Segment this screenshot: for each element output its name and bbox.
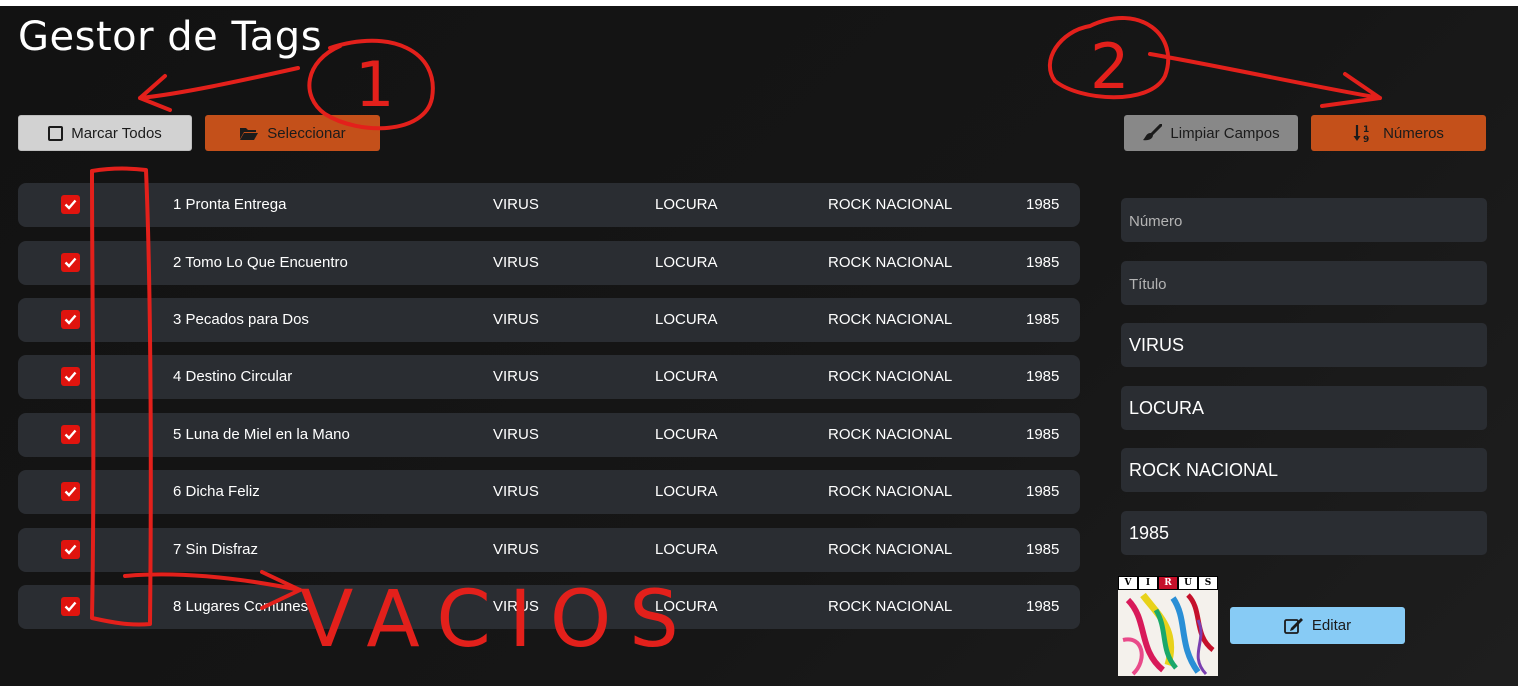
track-row[interactable]: 7 Sin Disfraz VIRUS LOCURA ROCK NACIONAL 198…	[18, 528, 1080, 572]
check-icon	[64, 199, 77, 210]
track-album: LOCURA	[655, 254, 718, 271]
edit-icon	[1284, 617, 1303, 634]
track-artist: VIRUS	[493, 196, 539, 213]
track-checkbox[interactable]	[61, 425, 80, 444]
track-album: LOCURA	[655, 426, 718, 443]
track-year: 1985	[1026, 254, 1060, 271]
annotation-number-one: 1	[355, 48, 394, 121]
track-checkbox[interactable]	[61, 253, 80, 272]
track-genre: ROCK NACIONAL	[828, 541, 953, 558]
track-checkbox[interactable]	[61, 310, 80, 329]
track-artist: VIRUS	[493, 254, 539, 271]
track-genre: ROCK NACIONAL	[828, 426, 953, 443]
track-title: 2 Tomo Lo Que Encuentro	[173, 254, 348, 271]
annotation-number-two: 2	[1090, 30, 1129, 103]
track-title: 6 Dicha Feliz	[173, 483, 260, 500]
track-year: 1985	[1026, 196, 1060, 213]
checkbox-outline-icon	[48, 125, 64, 141]
album-cover: V I R U S	[1118, 576, 1218, 676]
check-icon	[64, 257, 77, 268]
track-checkbox[interactable]	[61, 367, 80, 386]
track-title: 5 Luna de Miel en la Mano	[173, 426, 350, 443]
artist-field[interactable]	[1121, 323, 1487, 367]
check-icon	[64, 544, 77, 555]
page-title: Gestor de Tags	[18, 14, 323, 60]
track-genre: ROCK NACIONAL	[828, 483, 953, 500]
track-title: 3 Pecados para Dos	[173, 311, 309, 328]
cover-logo: V I R U S	[1118, 576, 1218, 590]
track-checkbox[interactable]	[61, 482, 80, 501]
track-album: LOCURA	[655, 196, 718, 213]
select-button[interactable]: Seleccionar	[205, 115, 380, 151]
folder-open-icon	[240, 127, 259, 140]
track-checkbox[interactable]	[61, 540, 80, 559]
select-label: Seleccionar	[267, 124, 346, 142]
check-icon	[64, 371, 77, 382]
check-icon	[64, 486, 77, 497]
track-row[interactable]: 3 Pecados para Dos VIRUS LOCURA ROCK NACION…	[18, 298, 1080, 342]
track-genre: ROCK NACIONAL	[828, 368, 953, 385]
clear-fields-label: Limpiar Campos	[1170, 124, 1280, 142]
genre-field[interactable]	[1121, 448, 1487, 492]
annotation-arrow-right	[1148, 52, 1382, 108]
track-row[interactable]: 1 Pronta Entrega VIRUS LOCURA ROCK NACIONAL…	[18, 183, 1080, 227]
title-field[interactable]	[1121, 261, 1487, 305]
track-genre: ROCK NACIONAL	[828, 196, 953, 213]
year-field[interactable]	[1121, 511, 1487, 555]
track-title: 8 Lugares Comunes	[173, 598, 309, 615]
numbers-button[interactable]: 1 9 Números	[1311, 115, 1486, 151]
track-checkbox[interactable]	[61, 195, 80, 214]
track-row[interactable]: 8 Lugares Comunes VIRUS LOCURA ROCK NACIONA…	[18, 585, 1080, 629]
track-title: 1 Pronta Entrega	[173, 196, 287, 213]
mark-all-button[interactable]: Marcar Todos	[18, 115, 192, 151]
track-genre: ROCK NACIONAL	[828, 598, 953, 615]
clear-fields-button[interactable]: Limpiar Campos	[1124, 115, 1298, 151]
track-album: LOCURA	[655, 541, 718, 558]
track-row[interactable]: 5 Luna de Miel en la Mano VIRUS LOCURA ROCK…	[18, 413, 1080, 457]
track-genre: ROCK NACIONAL	[828, 254, 953, 271]
track-row[interactable]: 6 Dicha Feliz VIRUS LOCURA ROCK NACIONAL 198…	[18, 470, 1080, 514]
track-year: 1985	[1026, 311, 1060, 328]
check-icon	[64, 314, 77, 325]
svg-text:9: 9	[1363, 135, 1369, 143]
check-icon	[64, 601, 77, 612]
check-icon	[64, 429, 77, 440]
app-window: Gestor de Tags Marcar Todos Seleccionar …	[0, 6, 1518, 686]
track-artist: VIRUS	[493, 483, 539, 500]
numbers-label: Números	[1383, 124, 1444, 142]
track-artist: VIRUS	[493, 311, 539, 328]
track-year: 1985	[1026, 368, 1060, 385]
annotation-arrow-left	[138, 66, 300, 112]
sort-numeric-icon: 1 9	[1353, 125, 1369, 143]
track-genre: ROCK NACIONAL	[828, 311, 953, 328]
track-row[interactable]: 4 Destino Circular VIRUS LOCURA ROCK NACION…	[18, 355, 1080, 399]
track-album: LOCURA	[655, 311, 718, 328]
track-year: 1985	[1026, 598, 1060, 615]
album-field[interactable]	[1121, 386, 1487, 430]
track-year: 1985	[1026, 541, 1060, 558]
track-album: LOCURA	[655, 483, 718, 500]
track-year: 1985	[1026, 426, 1060, 443]
track-checkbox[interactable]	[61, 597, 80, 616]
edit-label: Editar	[1311, 617, 1352, 634]
cover-art	[1118, 590, 1218, 676]
track-artist: VIRUS	[493, 368, 539, 385]
track-row[interactable]: 2 Tomo Lo Que Encuentro VIRUS LOCURA ROCK N…	[18, 241, 1080, 285]
annotation-circle-two	[1048, 16, 1171, 100]
track-artist: VIRUS	[493, 541, 539, 558]
number-field[interactable]	[1121, 198, 1487, 242]
track-title: 7 Sin Disfraz	[173, 541, 259, 558]
track-album: LOCURA	[655, 598, 718, 615]
track-artist: VIRUS	[493, 598, 539, 615]
svg-text:1: 1	[1363, 125, 1369, 135]
mark-all-label: Marcar Todos	[71, 124, 162, 142]
edit-button[interactable]: Editar	[1230, 607, 1405, 644]
track-title: 4 Destino Circular	[173, 368, 293, 385]
track-artist: VIRUS	[493, 426, 539, 443]
track-album: LOCURA	[655, 368, 718, 385]
brush-icon	[1143, 124, 1163, 141]
track-year: 1985	[1026, 483, 1060, 500]
